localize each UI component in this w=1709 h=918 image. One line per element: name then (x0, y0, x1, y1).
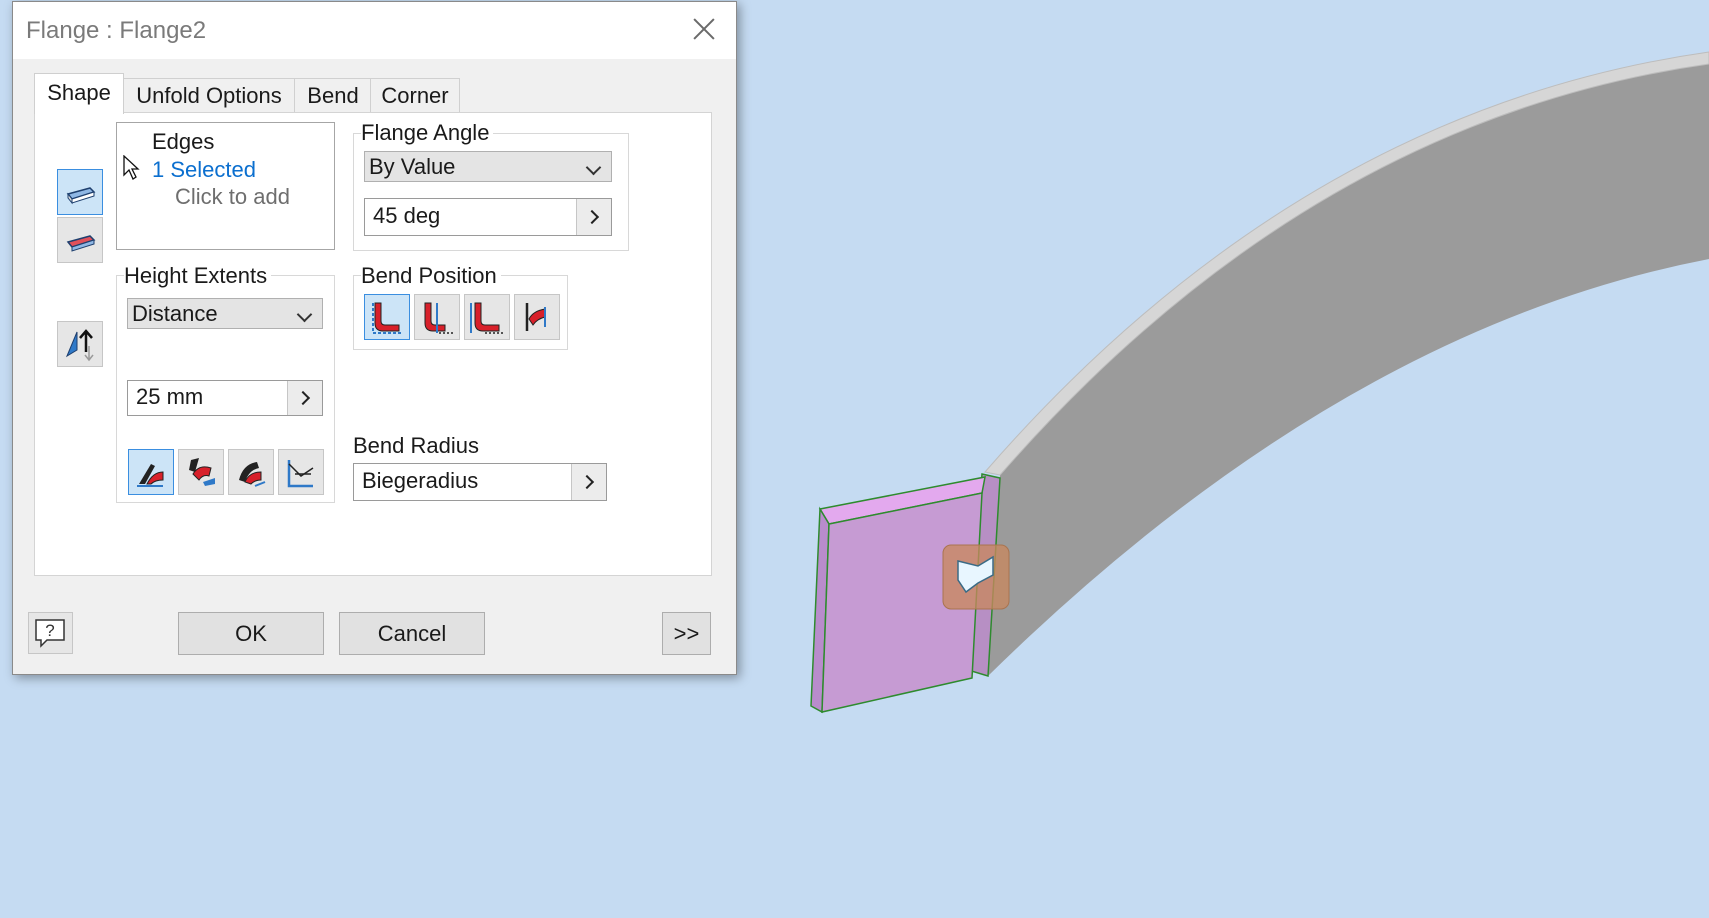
height-datum-inner-button[interactable] (128, 449, 174, 495)
flange-angle-input[interactable]: 45 deg (364, 198, 612, 236)
tab-unfold-options[interactable]: Unfold Options (122, 78, 296, 113)
svg-text:?: ? (45, 621, 54, 640)
ok-button[interactable]: OK (178, 612, 324, 655)
bend-radius-value: Biegeradius (362, 468, 479, 493)
close-icon[interactable] (685, 11, 723, 49)
cancel-button[interactable]: Cancel (339, 612, 485, 655)
height-distance-value: 25 mm (136, 384, 204, 409)
height-datum-tangent-button[interactable] (228, 449, 274, 495)
height-extents-mode-dropdown[interactable]: Distance (127, 298, 323, 329)
bend-position-icons (372, 302, 403, 334)
bend-radius-input[interactable]: Biegeradius (353, 463, 607, 501)
help-button[interactable]: ? (28, 612, 73, 654)
flange-angle-value: 45 deg (373, 203, 441, 228)
bend-position-icons (525, 303, 546, 331)
edges-selector[interactable]: Edges 1 Selected Click to add (116, 122, 335, 250)
chevron-right-icon[interactable] (576, 199, 611, 235)
flip-direction-icon (65, 329, 94, 362)
edge-select-icon (66, 187, 96, 205)
chevron-right-icon[interactable] (571, 464, 606, 500)
bend-position-icons (470, 302, 503, 334)
title-bar[interactable]: Flange : Flange2 (13, 2, 736, 59)
tab-bend[interactable]: Bend (294, 78, 372, 113)
flange-dialog: Flange : Flange2 Shape Unfold Options Be… (12, 1, 737, 675)
chevron-right-icon[interactable] (287, 381, 322, 415)
shape-panel: Edges 1 Selected Click to add Flange Ang… (34, 112, 712, 576)
chevron-down-icon (585, 159, 602, 176)
cursor-icon (123, 155, 140, 180)
tab-shape[interactable]: Shape (34, 73, 124, 114)
bend-position-label: Bend Position (361, 263, 501, 289)
edge-select-button[interactable] (57, 169, 103, 215)
edges-selected-count[interactable]: 1 Selected (152, 157, 256, 183)
flange-angle-label: Flange Angle (361, 120, 494, 146)
chevron-down-icon (296, 306, 313, 323)
height-datum-icons (137, 464, 164, 487)
height-extents-mode-value: Distance (132, 301, 218, 326)
edges-click-to-add[interactable]: Click to add (175, 184, 290, 210)
bend-position-icons (424, 302, 453, 334)
bend-radius-label: Bend Radius (353, 433, 479, 458)
bend-position-inside-button[interactable] (364, 294, 410, 340)
height-datum-icons (189, 458, 215, 486)
height-distance-input[interactable]: 25 mm (127, 380, 323, 416)
height-datum-icons (239, 462, 266, 487)
help-icon: ? (35, 619, 65, 648)
more-options-button[interactable]: >> (662, 612, 711, 655)
dialog-title: Flange : Flange2 (26, 17, 207, 44)
bend-position-tangent-button[interactable] (514, 294, 560, 340)
face-select-button[interactable] (57, 217, 103, 263)
tab-corner[interactable]: Corner (370, 78, 460, 113)
flange-angle-mode-value: By Value (369, 154, 456, 179)
edges-label: Edges (152, 129, 215, 154)
flip-direction-button[interactable] (57, 321, 103, 367)
face-select-icon (66, 235, 96, 252)
height-datum-aligned-button[interactable] (278, 449, 324, 495)
height-datum-outer-button[interactable] (178, 449, 224, 495)
height-extents-label: Height Extents (124, 263, 272, 289)
flange-angle-mode-dropdown[interactable]: By Value (364, 151, 612, 182)
height-datum-icons (287, 460, 314, 488)
bend-position-outside-button[interactable] (414, 294, 460, 340)
bend-position-from-face-button[interactable] (464, 294, 510, 340)
